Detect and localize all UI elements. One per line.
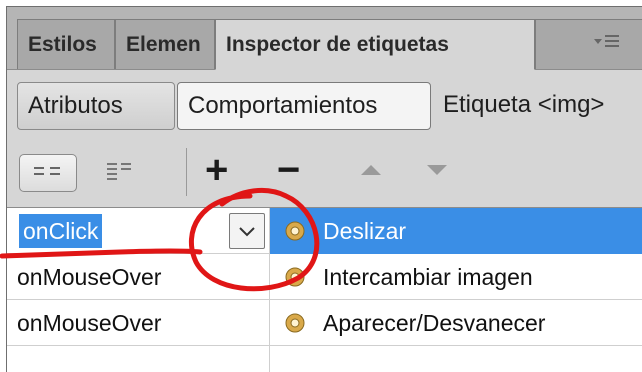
toolbar-divider	[186, 148, 187, 196]
move-up-button[interactable]	[357, 160, 385, 185]
panel-menu-icon[interactable]	[587, 31, 627, 57]
tab-estilos[interactable]: Estilos	[17, 19, 115, 69]
add-behavior-plus-icon: +	[205, 148, 229, 192]
tab-inspector-label: Inspector de etiquetas	[226, 33, 449, 56]
add-behavior-button[interactable]: +	[205, 150, 228, 190]
subtab-comportamientos-label: Comportamientos	[188, 92, 378, 119]
action-name: Aparecer/Desvanecer	[323, 310, 546, 336]
behaviors-toolbar: + −	[7, 142, 642, 206]
subtab-comportamientos[interactable]: Comportamientos	[177, 82, 431, 130]
tab-elementos-label: Elemen	[126, 33, 201, 56]
event-name: onMouseOver	[17, 310, 162, 336]
tab-estilos-label: Estilos	[28, 33, 97, 56]
inspector-subtabs: Atributos Comportamientos Etiqueta <img>	[7, 70, 642, 142]
behaviors-grid: onClick Deslizar onMouseOver Intercambia…	[7, 207, 642, 372]
subtab-etiqueta[interactable]: Etiqueta <img>	[433, 82, 642, 130]
remove-behavior-button[interactable]: −	[277, 150, 300, 190]
gear-icon	[285, 221, 305, 241]
move-down-button[interactable]	[423, 160, 451, 185]
event-name: onMouseOver	[17, 264, 162, 290]
list-all-events-icon	[107, 163, 131, 180]
behavior-row[interactable]: onClick Deslizar	[7, 208, 642, 254]
subtab-etiqueta-label: Etiqueta <img>	[443, 91, 605, 118]
column-divider	[269, 208, 270, 372]
panel-tab-strip: Estilos Elemen Inspector de etiquetas	[7, 7, 642, 70]
tab-elementos[interactable]: Elemen	[115, 19, 215, 69]
event-dropdown-button[interactable]	[229, 213, 265, 249]
action-name: Intercambiar imagen	[323, 264, 533, 290]
triangle-down-icon	[427, 165, 447, 175]
subtab-atributos-label: Atributos	[28, 92, 123, 119]
action-name: Deslizar	[323, 218, 407, 244]
chevron-down-icon	[239, 227, 255, 237]
subtab-atributos[interactable]: Atributos	[17, 82, 175, 130]
triangle-up-icon	[361, 165, 381, 175]
event-name-selected[interactable]: onClick	[19, 214, 103, 248]
behavior-row[interactable]: onMouseOver Aparecer/Desvanecer	[7, 300, 642, 346]
behavior-row[interactable]: onMouseOver Intercambiar imagen	[7, 254, 642, 300]
show-set-events-button[interactable]	[19, 154, 77, 192]
show-all-events-button[interactable]	[93, 154, 151, 192]
gear-icon	[285, 267, 305, 287]
tag-inspector-panel: Estilos Elemen Inspector de etiquetas At…	[6, 6, 642, 372]
gear-icon	[285, 313, 305, 333]
tab-inspector-etiquetas[interactable]: Inspector de etiquetas	[215, 19, 535, 70]
remove-behavior-minus-icon: −	[277, 148, 301, 192]
list-set-events-icon	[34, 167, 60, 175]
